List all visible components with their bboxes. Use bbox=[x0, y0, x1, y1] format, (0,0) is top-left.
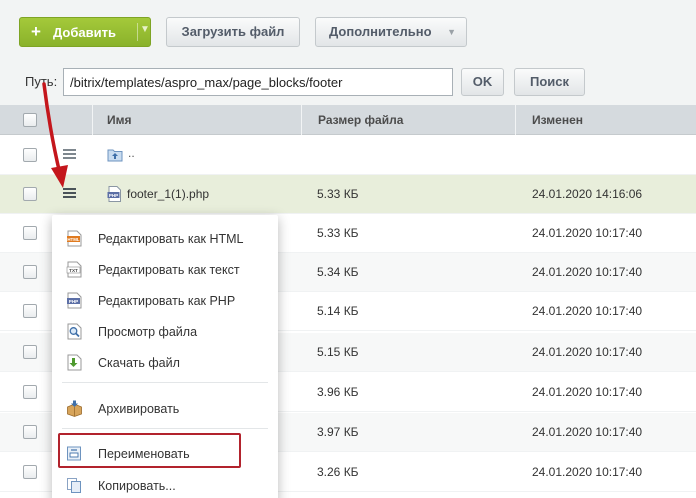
php-icon: PHP bbox=[67, 292, 82, 309]
table-header: Имя Размер файла Изменен bbox=[0, 105, 696, 135]
menu-divider bbox=[62, 428, 268, 429]
file-modified: 24.01.2020 14:16:06 bbox=[532, 187, 643, 201]
annotation-arrow-icon bbox=[42, 82, 68, 188]
svg-text:TXT: TXT bbox=[69, 268, 78, 273]
archive-icon bbox=[67, 400, 82, 417]
file-modified: 24.01.2020 10:17:40 bbox=[532, 226, 643, 240]
context-menu: HTML Редактировать как HTML TXT Редактир… bbox=[52, 215, 278, 498]
menu-item-view-file[interactable]: Просмотр файла bbox=[52, 317, 278, 345]
row-checkbox[interactable] bbox=[23, 148, 37, 162]
svg-text:PHP: PHP bbox=[109, 193, 118, 198]
menu-item-archive[interactable]: Архивировать bbox=[52, 394, 278, 422]
menu-item-label: Переименовать bbox=[98, 447, 190, 461]
menu-item-download-file[interactable]: Скачать файл bbox=[52, 348, 278, 376]
path-input[interactable] bbox=[63, 68, 453, 96]
add-button[interactable]: + Добавить ▼ bbox=[19, 17, 151, 47]
menu-item-label: Архивировать bbox=[98, 402, 180, 416]
menu-item-label: Редактировать как HTML bbox=[98, 232, 244, 246]
copy-icon bbox=[67, 478, 81, 493]
column-divider bbox=[301, 105, 302, 135]
ok-button[interactable]: OK bbox=[461, 68, 504, 96]
php-file-icon: PHP bbox=[107, 186, 121, 202]
column-header-size[interactable]: Размер файла bbox=[318, 105, 403, 135]
file-size: 3.26 КБ bbox=[317, 465, 359, 479]
file-modified: 24.01.2020 10:17:40 bbox=[532, 385, 643, 399]
menu-item-rename[interactable]: Переименовать bbox=[52, 439, 278, 467]
row-checkbox[interactable] bbox=[23, 425, 37, 439]
chevron-down-icon[interactable]: ▼ bbox=[140, 24, 150, 35]
file-modified: 24.01.2020 10:17:40 bbox=[532, 304, 643, 318]
row-checkbox[interactable] bbox=[23, 226, 37, 240]
menu-item-label: Просмотр файла bbox=[98, 325, 198, 339]
row-checkbox[interactable] bbox=[23, 304, 37, 318]
menu-item-edit-html[interactable]: HTML Редактировать как HTML bbox=[52, 224, 278, 252]
more-button[interactable]: Дополнительно ▼ bbox=[315, 17, 467, 47]
column-divider bbox=[92, 105, 93, 135]
plus-icon: + bbox=[31, 22, 41, 41]
rename-icon bbox=[67, 446, 81, 461]
file-size: 5.33 КБ bbox=[317, 226, 359, 240]
menu-item-label: Редактировать как текст bbox=[98, 263, 240, 277]
chevron-down-icon: ▼ bbox=[447, 27, 456, 37]
menu-item-label: Скачать файл bbox=[98, 356, 180, 370]
toolbar: + Добавить ▼ Загрузить файл Дополнительн… bbox=[0, 0, 696, 60]
more-button-label: Дополнительно bbox=[329, 24, 432, 39]
folder-up-icon[interactable] bbox=[107, 148, 123, 162]
file-size: 5.33 КБ bbox=[317, 187, 359, 201]
upload-file-button[interactable]: Загрузить файл bbox=[166, 17, 300, 47]
column-header-modified[interactable]: Изменен bbox=[532, 105, 583, 135]
row-checkbox[interactable] bbox=[23, 265, 37, 279]
column-header-name[interactable]: Имя bbox=[107, 105, 132, 135]
row-checkbox[interactable] bbox=[23, 465, 37, 479]
row-checkbox[interactable] bbox=[23, 187, 37, 201]
file-size: 3.96 КБ bbox=[317, 385, 359, 399]
path-bar: Путь: OK Поиск bbox=[0, 60, 696, 105]
download-icon bbox=[67, 354, 82, 371]
add-button-divider bbox=[137, 23, 138, 41]
select-all-checkbox[interactable] bbox=[23, 113, 37, 127]
svg-text:PHP: PHP bbox=[69, 299, 78, 304]
add-button-label: Добавить bbox=[53, 25, 116, 40]
column-divider bbox=[515, 105, 516, 135]
search-button[interactable]: Поиск bbox=[514, 68, 585, 96]
view-icon bbox=[67, 323, 82, 340]
txt-icon: TXT bbox=[66, 261, 82, 278]
menu-divider bbox=[62, 382, 268, 383]
file-size: 3.97 КБ bbox=[317, 425, 359, 439]
menu-item-copy[interactable]: Копировать... bbox=[52, 471, 278, 498]
file-modified: 24.01.2020 10:17:40 bbox=[532, 345, 643, 359]
menu-item-label: Копировать... bbox=[98, 479, 176, 493]
table-row[interactable]: PHP footer_1(1).php 5.33 КБ 24.01.2020 1… bbox=[0, 175, 696, 214]
table-row-parent-folder[interactable]: .. bbox=[0, 136, 696, 175]
svg-text:HTML: HTML bbox=[67, 237, 80, 242]
file-size: 5.15 КБ bbox=[317, 345, 359, 359]
menu-item-label: Редактировать как PHP bbox=[98, 294, 236, 308]
file-modified: 24.01.2020 10:17:40 bbox=[532, 425, 643, 439]
parent-folder-link[interactable]: .. bbox=[128, 146, 135, 160]
row-checkbox[interactable] bbox=[23, 345, 37, 359]
file-modified: 24.01.2020 10:17:40 bbox=[532, 265, 643, 279]
file-size: 5.14 КБ bbox=[317, 304, 359, 318]
html-icon: HTML bbox=[67, 230, 82, 247]
menu-item-edit-text[interactable]: TXT Редактировать как текст bbox=[52, 255, 278, 283]
file-size: 5.34 КБ bbox=[317, 265, 359, 279]
menu-item-edit-php[interactable]: PHP Редактировать как PHP bbox=[52, 286, 278, 314]
row-checkbox[interactable] bbox=[23, 385, 37, 399]
file-name-link[interactable]: footer_1(1).php bbox=[127, 187, 209, 201]
file-modified: 24.01.2020 10:17:40 bbox=[532, 465, 643, 479]
